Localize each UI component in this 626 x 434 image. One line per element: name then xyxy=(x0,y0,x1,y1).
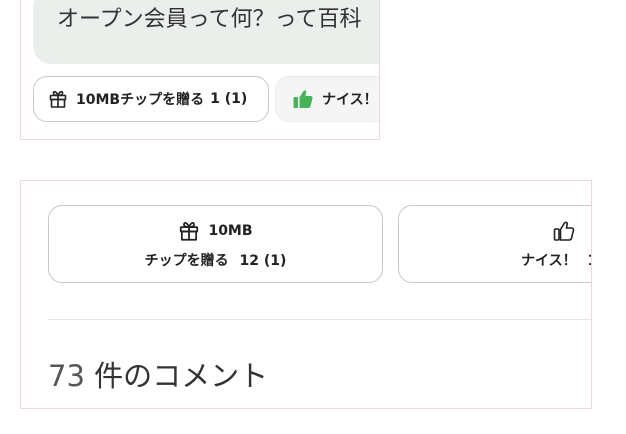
gift-icon xyxy=(48,89,68,109)
comment-tip-label: 10MBチップを贈る xyxy=(76,92,205,108)
comment-tip-button[interactable]: 10MBチップを贈る 1 (1) xyxy=(33,76,269,122)
comment-nice-button[interactable]: ナイス！ xyxy=(275,76,379,122)
comment-bubble: オープン会員って何？って百科 xyxy=(33,0,379,64)
comment-tip-count: 1 (1) xyxy=(210,91,248,107)
comment-card: オープン会員って何？って百科 10MBチップを贈る 1 (1) ナイス！ xyxy=(20,0,380,140)
thumbs-up-icon xyxy=(292,88,314,110)
article-tip-amount: 10MB xyxy=(208,223,253,239)
article-nice-count: 1 xyxy=(587,253,591,269)
comments-heading: 73 件のコメント xyxy=(48,359,268,393)
thumbs-up-icon xyxy=(553,220,575,242)
article-nice-label: ナイス！ xyxy=(521,253,577,269)
comment-nice-label: ナイス！ xyxy=(322,92,378,108)
page: オープン会員って何？って百科 10MBチップを贈る 1 (1) ナイス！ 10M… xyxy=(0,0,626,434)
comments-count: 73 xyxy=(48,359,85,393)
article-tip-label: チップを贈る xyxy=(144,253,229,269)
divider xyxy=(48,319,591,320)
article-tip-button[interactable]: 10MB チップを贈る 12 (1) xyxy=(48,205,383,283)
article-reactions-card: 10MB チップを贈る 12 (1) ナイス！ 1 xyxy=(20,180,592,409)
comments-label: 件のコメント xyxy=(94,359,269,393)
article-tip-count: 12 (1) xyxy=(239,253,287,269)
gift-icon xyxy=(178,220,200,242)
article-nice-button[interactable]: ナイス！ 1 xyxy=(398,205,591,283)
comment-text: オープン会員って何？って百科 xyxy=(57,7,362,32)
